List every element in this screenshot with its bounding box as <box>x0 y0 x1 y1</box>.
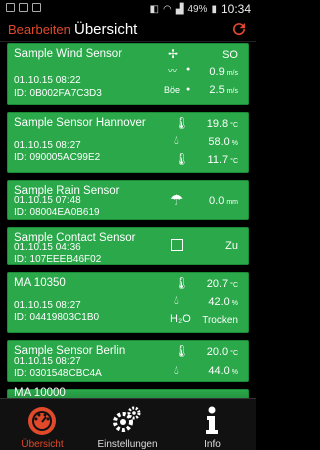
dot-icon: ● <box>186 86 191 93</box>
sensor-date: 01.10.15 08:27 <box>14 300 81 311</box>
water-value: Trocken <box>202 315 238 326</box>
app-bar: Bearbeiten Übersicht <box>0 18 256 42</box>
page-title: Übersicht <box>74 21 138 38</box>
sensor-name: Sample Wind Sensor <box>14 48 123 60</box>
humidity-unit: % <box>231 140 238 147</box>
dot-icon: ● <box>186 66 191 73</box>
thermometer-icon: 🌡︎ <box>174 344 190 358</box>
humidity-unit: % <box>231 300 238 307</box>
tab-label: Übersicht <box>21 439 64 450</box>
temperature-unit: °C <box>230 282 238 289</box>
sensor-id: ID: 0B002FA7C3D3 <box>14 88 102 99</box>
sensor-id: ID: 0301548CBC4A <box>14 368 102 379</box>
sensor-id: ID: 04419803C1B0 <box>14 312 100 323</box>
info-icon <box>206 406 218 434</box>
dewpoint-icon: 🌡︎ <box>174 152 190 166</box>
contact-value: Zu <box>225 240 238 252</box>
temperature-value: 19.8 <box>206 118 229 130</box>
status-right: ◧ ◠ ▟ 49% ▮ 10:34 <box>150 2 251 16</box>
wifi-icon: ◠ <box>163 3 172 15</box>
thermometer-icon: 🌡︎ <box>174 276 190 290</box>
sensor-list[interactable]: Sample Wind Sensor 01.10.15 08:22 ID: 0B… <box>0 43 256 398</box>
water-label: H₂O <box>170 313 191 325</box>
sensor-card-wind[interactable]: Sample Wind Sensor 01.10.15 08:22 ID: 0B… <box>7 43 249 105</box>
temperature-unit: °C <box>230 122 238 129</box>
humidity-value: 58.0 <box>208 136 230 148</box>
sensor-name: Sample Sensor Hannover <box>14 117 146 129</box>
gust-label: Böe <box>164 85 181 95</box>
sensor-date: 01.10.15 08:27 <box>14 140 81 151</box>
signal-icon: ▟ <box>175 3 184 15</box>
sensor-id: ID: 107EEEB46F02 <box>14 254 102 265</box>
sensor-name: MA 10350 <box>14 277 66 289</box>
temperature-value: 20.7 <box>206 278 229 290</box>
rain-value: 0.0 <box>209 195 225 207</box>
refresh-icon[interactable] <box>230 20 248 38</box>
bottom-tab-bar: Übersicht Einstellungen Info <box>0 398 256 450</box>
battery-icon: ▮ <box>211 3 217 15</box>
dewpoint-unit: °C <box>230 158 238 165</box>
status-bar: ◧ ◠ ▟ 49% ▮ 10:34 <box>0 0 256 18</box>
sensor-date: 01.10.15 07:48 <box>14 195 81 206</box>
humidity-icon: 💧︎ <box>174 133 179 147</box>
sensor-name: MA 10000 <box>14 387 66 398</box>
temperature-unit: °C <box>230 350 238 357</box>
nfc-icon: ◧ <box>149 3 159 15</box>
humidity-value: 44.0 <box>208 365 230 377</box>
rain-unit: mm <box>226 199 238 206</box>
wind-speed-icon: 〰 <box>168 66 178 76</box>
wind-speed-value: 0.9 <box>209 66 225 78</box>
sensor-card-rain[interactable]: Sample Rain Sensor 01.10.15 07:48 ID: 08… <box>7 180 249 220</box>
wind-direction-icon: ✢ <box>168 47 179 61</box>
sensor-card-ma10000[interactable]: MA 10000 <box>7 387 249 398</box>
thermometer-icon: 🌡︎ <box>174 116 190 130</box>
notification-icon <box>6 3 15 12</box>
sensor-card-berlin[interactable]: Sample Sensor Berlin 01.10.15 08:27 ID: … <box>7 340 249 382</box>
temperature-value: 20.0 <box>206 346 229 358</box>
tab-label: Einstellungen <box>97 439 158 450</box>
dewpoint-value: 11.7 <box>207 154 229 166</box>
gauge-icon <box>28 407 56 435</box>
clock: 10:34 <box>220 2 251 16</box>
sensor-date: 01.10.15 04:36 <box>14 242 81 253</box>
sensor-card-contact[interactable]: Sample Contact Sensor 01.10.15 04:36 ID:… <box>7 227 249 265</box>
sensor-card-hannover[interactable]: Sample Sensor Hannover 01.10.15 08:27 ID… <box>7 112 249 173</box>
notification-icons <box>6 3 41 12</box>
sensor-card-ma10350[interactable]: MA 10350 01.10.15 08:27 ID: 04419803C1B0… <box>7 272 249 333</box>
gust-unit: m/s <box>226 88 238 95</box>
gust-value: 2.5 <box>209 84 225 96</box>
sensor-id: ID: 08004EA0B619 <box>14 207 100 218</box>
humidity-icon: 💧︎ <box>174 363 179 377</box>
wind-direction-value: SO <box>222 49 238 61</box>
sensor-date: 01.10.15 08:27 <box>14 356 81 367</box>
notification-icon <box>19 3 28 12</box>
wind-speed-unit: m/s <box>226 70 238 77</box>
notification-icon <box>32 3 41 12</box>
contact-icon <box>171 239 183 251</box>
tab-label: Info <box>204 439 221 450</box>
edit-button[interactable]: Bearbeiten <box>8 22 71 37</box>
sensor-date: 01.10.15 08:22 <box>14 75 81 86</box>
umbrella-icon: ☂ <box>170 192 184 209</box>
sensor-id: ID: 090005AC99E2 <box>14 152 101 163</box>
battery-percent: 49% <box>187 3 208 15</box>
humidity-unit: % <box>231 369 238 376</box>
gears-icon <box>113 406 141 432</box>
humidity-value: 42.0 <box>208 296 230 308</box>
humidity-icon: 💧︎ <box>174 293 179 307</box>
